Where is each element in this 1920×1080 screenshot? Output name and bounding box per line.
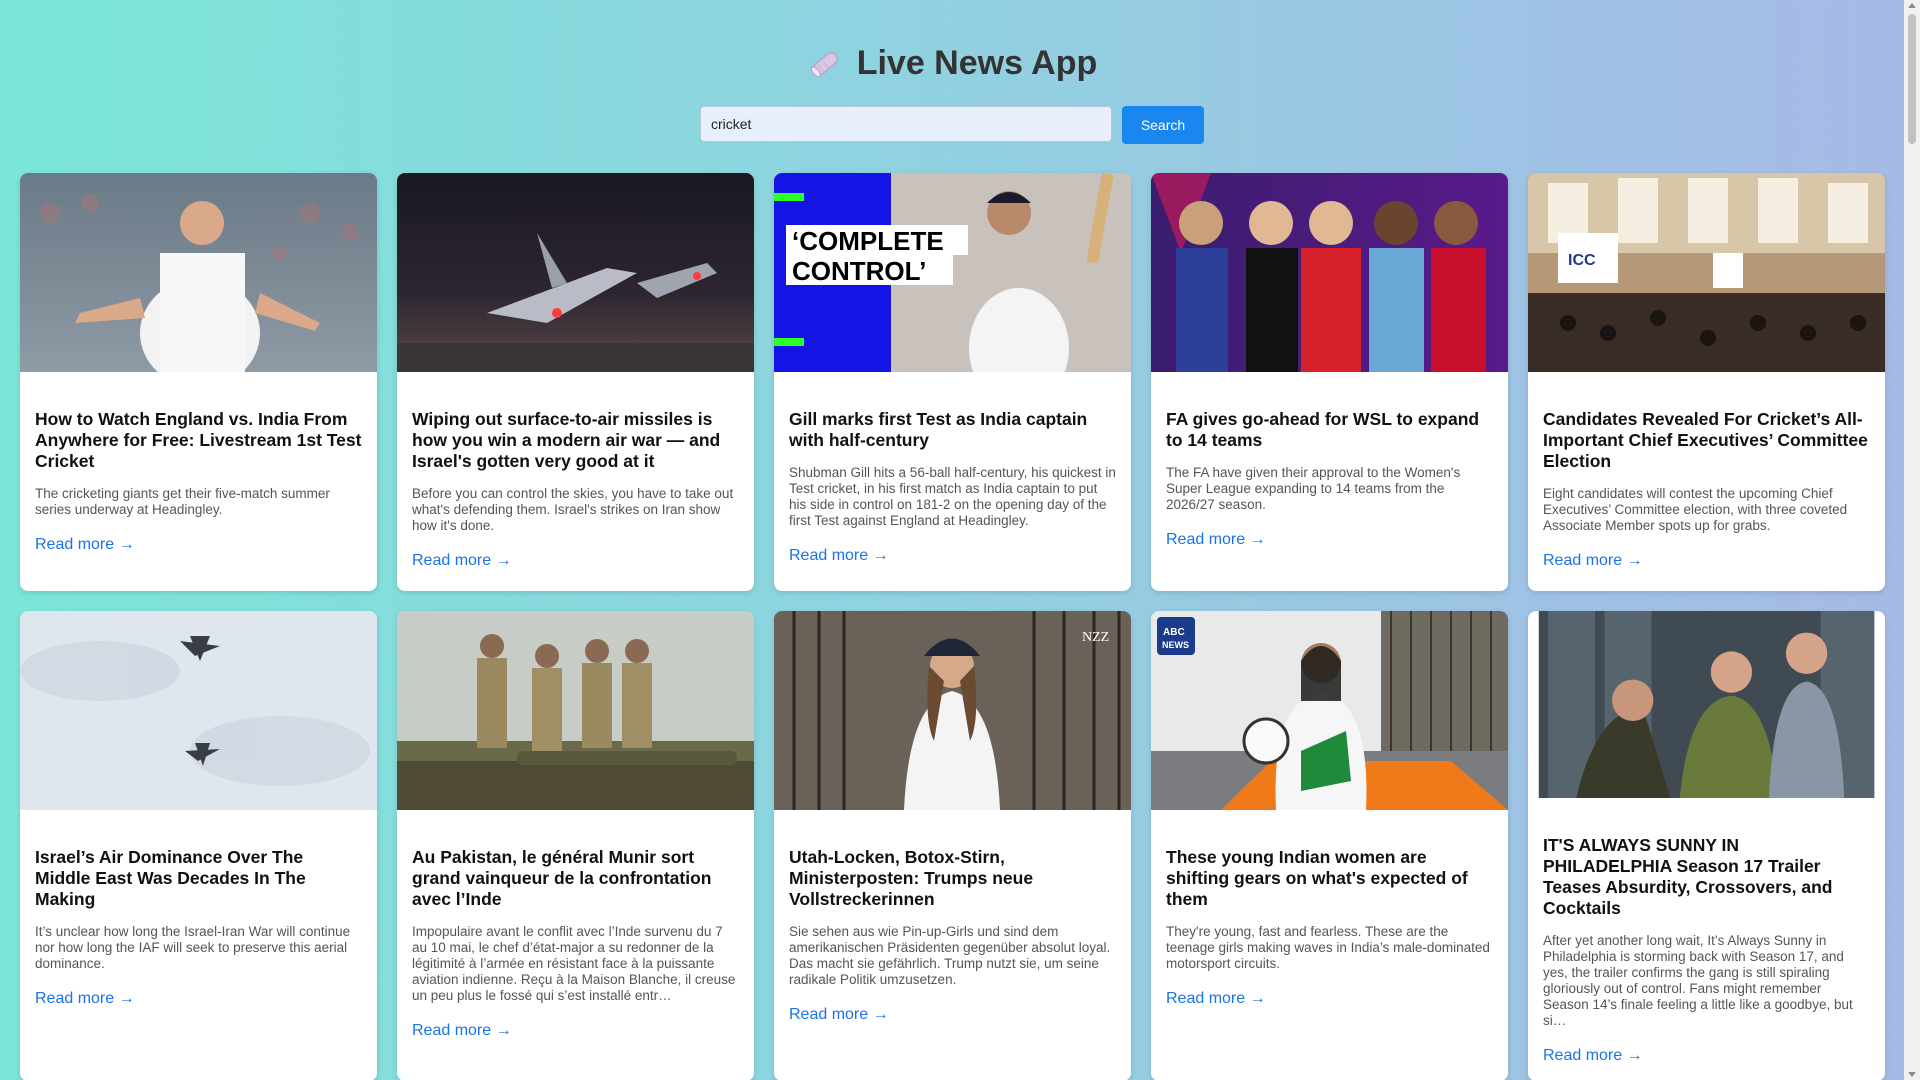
header: Live News App [0, 44, 1904, 87]
read-more-link[interactable]: Read more → [35, 990, 135, 1008]
card-body: IT'S ALWAYS SUNNY IN PHILADELPHIA Season… [1528, 798, 1885, 1080]
article-image [397, 173, 754, 372]
article-image [20, 611, 377, 810]
card-body: Au Pakistan, le général Munir sort grand… [397, 810, 754, 1056]
read-more-link[interactable]: Read more → [789, 547, 889, 565]
article-description: After yet another long wait, It’s Always… [1543, 933, 1853, 1028]
article-card: ABC NEWS These young Indian women are sh… [1151, 611, 1508, 1080]
abc-news-text: NEWS [1162, 640, 1189, 650]
article-image [1151, 173, 1508, 372]
article-description: Sie sehen aus wie Pin-up-Girls und sind … [789, 924, 1111, 987]
nzz-watermark: NZZ [1082, 630, 1109, 645]
article-card: ICC Candidates Revealed For Cricket’s Al… [1528, 173, 1885, 591]
article-image: ICC [1528, 173, 1885, 372]
scroll-down-icon[interactable] [1908, 1072, 1916, 1077]
article-image [397, 611, 754, 810]
article-title: Wiping out surface-to-air missiles is ho… [412, 409, 721, 471]
article-description: Impopulaire avant le conflit avec l’Inde… [412, 924, 736, 1003]
image-caption-line2: CONTROL’ [792, 256, 926, 286]
card-body: Israel’s Air Dominance Over The Middle E… [20, 810, 377, 1024]
read-more-link[interactable]: Read more → [1543, 552, 1643, 570]
article-title: Utah-Locken, Botox-Stirn, Ministerposten… [789, 847, 1034, 909]
article-title: IT'S ALWAYS SUNNY IN PHILADELPHIA Season… [1543, 835, 1833, 918]
article-description: The cricketing giants get their five-mat… [35, 486, 330, 517]
article-card: Israel’s Air Dominance Over The Middle E… [20, 611, 377, 1080]
search-button[interactable]: Search [1122, 106, 1204, 144]
article-image [1538, 611, 1875, 798]
page: Live News App Search How to Watch Englan… [0, 0, 1904, 1080]
scroll-up-icon[interactable] [1908, 3, 1916, 8]
article-description: Shubman Gill hits a 56-ball half-century… [789, 465, 1116, 528]
app-title: Live News App [807, 44, 1098, 83]
vertical-scrollbar[interactable] [1904, 0, 1920, 1080]
article-card: Au Pakistan, le général Munir sort grand… [397, 611, 754, 1080]
article-image [20, 173, 377, 372]
card-body: Gill marks first Test as India captain w… [774, 372, 1131, 581]
icc-sign-text: ICC [1568, 252, 1596, 269]
article-title: These young Indian women are shifting ge… [1166, 847, 1468, 909]
articles-grid: How to Watch England vs. India From Anyw… [20, 173, 1885, 1080]
article-description: Eight candidates will contest the upcomi… [1543, 486, 1848, 533]
read-more-link[interactable]: Read more → [789, 1006, 889, 1024]
card-body: Wiping out surface-to-air missiles is ho… [397, 372, 754, 586]
article-image: NZZ [774, 611, 1131, 810]
article-image: ABC NEWS [1151, 611, 1508, 810]
newspaper-roll-icon [807, 46, 843, 82]
card-body: Utah-Locken, Botox-Stirn, Ministerposten… [774, 810, 1131, 1040]
article-card: How to Watch England vs. India From Anyw… [20, 173, 377, 591]
article-title: Au Pakistan, le général Munir sort grand… [412, 847, 712, 909]
article-card: IT'S ALWAYS SUNNY IN PHILADELPHIA Season… [1528, 611, 1885, 1080]
article-title: Gill marks first Test as India captain w… [789, 409, 1088, 450]
read-more-link[interactable]: Read more → [1166, 990, 1266, 1008]
article-title: FA gives go-ahead for WSL to expand to 1… [1166, 409, 1480, 450]
read-more-link[interactable]: Read more → [412, 552, 512, 570]
card-body: How to Watch England vs. India From Anyw… [20, 372, 377, 570]
app-title-text: Live News App [856, 44, 1098, 82]
article-card: NZZ Utah-Locken, Botox-Stirn, Ministerpo… [774, 611, 1131, 1080]
read-more-link[interactable]: Read more → [412, 1022, 512, 1040]
search-input[interactable] [700, 106, 1112, 142]
read-more-link[interactable]: Read more → [35, 536, 135, 554]
card-body: Candidates Revealed For Cricket’s All-Im… [1528, 372, 1885, 586]
article-title: How to Watch England vs. India From Anyw… [35, 409, 362, 471]
scrollbar-thumb[interactable] [1908, 14, 1916, 144]
read-more-link[interactable]: Read more → [1166, 531, 1266, 549]
article-card: Wiping out surface-to-air missiles is ho… [397, 173, 754, 591]
article-description: The FA have given their approval to the … [1166, 465, 1461, 512]
article-description: It’s unclear how long the Israel-Iran Wa… [35, 924, 351, 971]
article-image: ‘COMPLETE CONTROL’ [774, 173, 1131, 372]
article-card: FA gives go-ahead for WSL to expand to 1… [1151, 173, 1508, 591]
article-title: Israel’s Air Dominance Over The Middle E… [35, 847, 306, 909]
read-more-link[interactable]: Read more → [1543, 1047, 1643, 1065]
search-bar: Search [0, 106, 1904, 144]
article-description: Before you can control the skies, you ha… [412, 486, 734, 533]
article-title: Candidates Revealed For Cricket’s All-Im… [1543, 409, 1868, 471]
card-body: FA gives go-ahead for WSL to expand to 1… [1151, 372, 1508, 565]
image-caption-line1: ‘COMPLETE [792, 226, 944, 256]
card-body: These young Indian women are shifting ge… [1151, 810, 1508, 1024]
abc-logo-text: ABC [1163, 627, 1185, 638]
article-description: They're young, fast and fearless. These … [1166, 924, 1490, 971]
article-card: ‘COMPLETE CONTROL’ Gill marks first Test… [774, 173, 1131, 591]
